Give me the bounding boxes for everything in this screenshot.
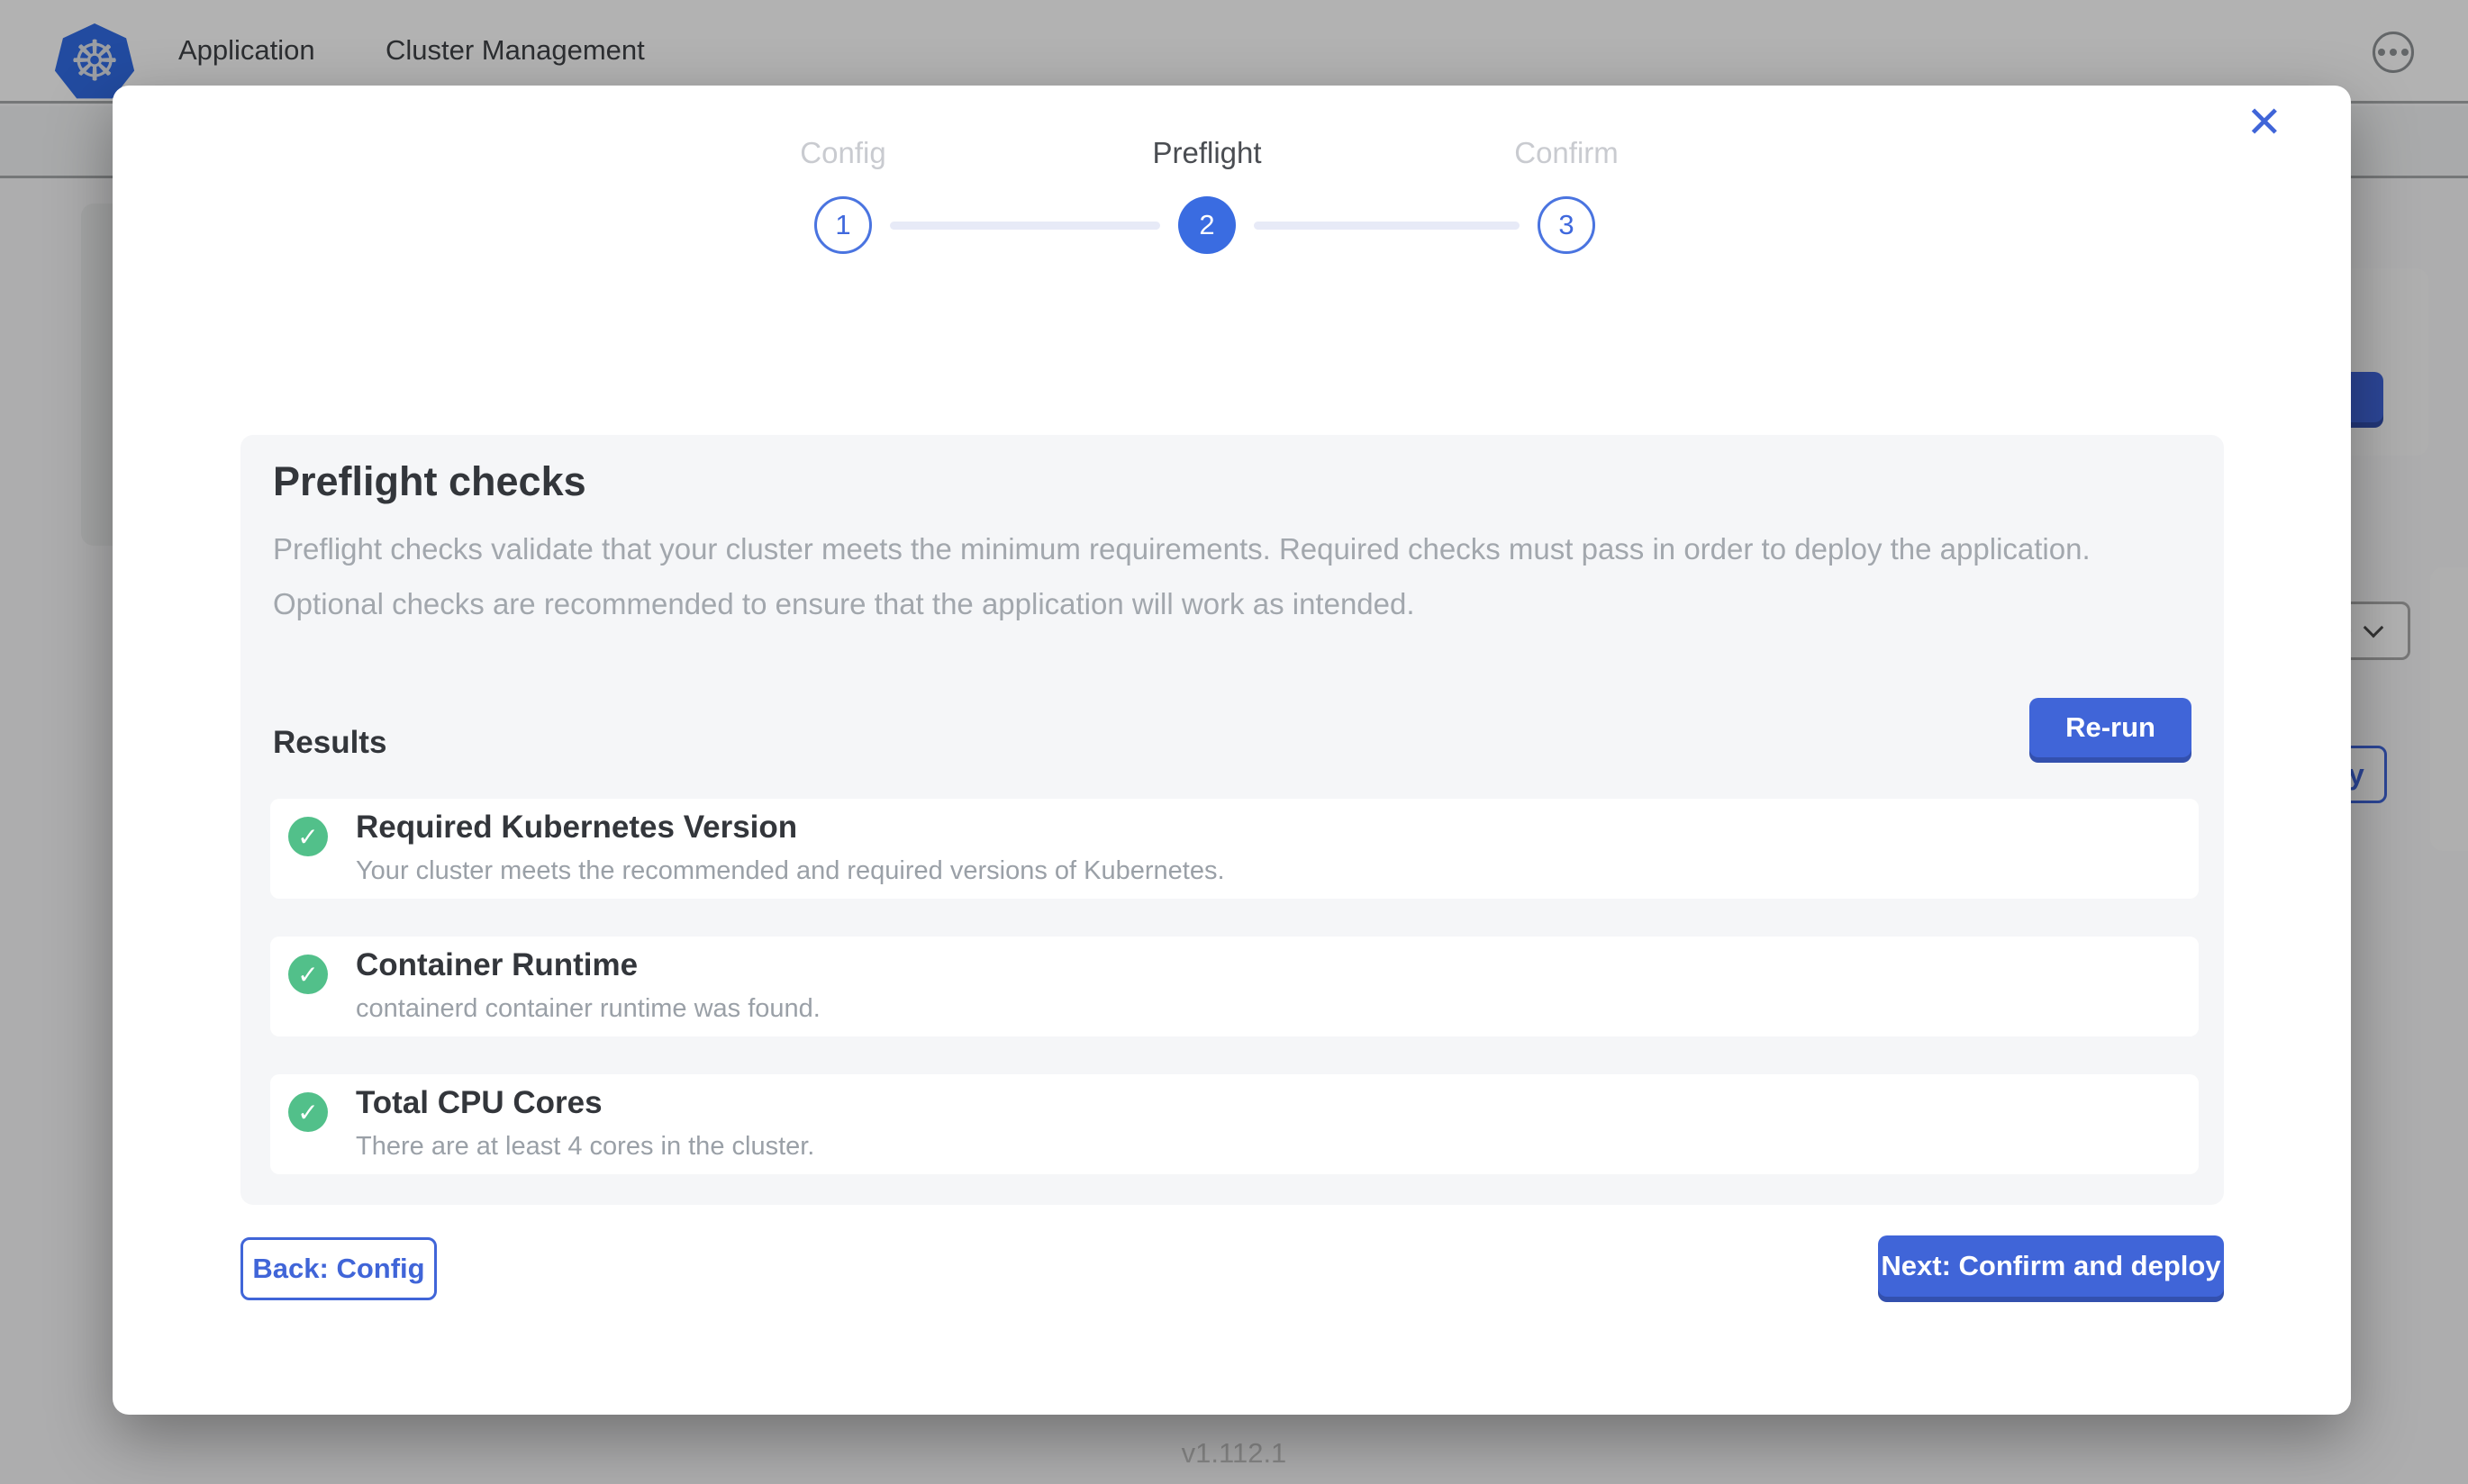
check-title: Total CPU Cores — [356, 1085, 603, 1121]
check-message: There are at least 4 cores in the cluste… — [356, 1132, 814, 1162]
step-circle-preflight[interactable]: 2 — [1178, 196, 1236, 254]
step-circle-config[interactable]: 1 — [814, 196, 872, 254]
check-pass-icon: ✓ — [288, 817, 328, 856]
check-result-card: ✓ Container Runtime containerd container… — [270, 937, 2199, 1036]
step-connector — [890, 222, 1160, 230]
step-connector — [1254, 222, 1520, 230]
step-circle-confirm[interactable]: 3 — [1538, 196, 1595, 254]
step-number: 3 — [1558, 209, 1574, 241]
step-number: 2 — [1199, 209, 1214, 241]
preflight-description: Preflight checks validate that your clus… — [273, 521, 2155, 631]
check-message: containerd container runtime was found. — [356, 994, 821, 1024]
rerun-button[interactable]: Re-run — [2029, 698, 2191, 757]
check-result-card: ✓ Total CPU Cores There are at least 4 c… — [270, 1074, 2199, 1174]
check-title: Container Runtime — [356, 947, 638, 983]
next-confirm-deploy-button[interactable]: Next: Confirm and deploy — [1878, 1235, 2224, 1297]
step-label-preflight: Preflight — [1072, 136, 1342, 170]
step-label-confirm: Confirm — [1431, 136, 1701, 170]
preflight-modal: ✕ Config Preflight Confirm 1 2 3 Preflig… — [113, 86, 2351, 1415]
check-result-card: ✓ Required Kubernetes Version Your clust… — [270, 799, 2199, 899]
check-title: Required Kubernetes Version — [356, 810, 797, 846]
preflight-panel: Preflight checks Preflight checks valida… — [240, 435, 2224, 1205]
check-pass-icon: ✓ — [288, 955, 328, 994]
close-icon[interactable]: ✕ — [2246, 102, 2282, 145]
results-heading: Results — [273, 725, 386, 761]
check-pass-icon: ✓ — [288, 1092, 328, 1132]
back-config-button[interactable]: Back: Config — [240, 1237, 437, 1300]
check-message: Your cluster meets the recommended and r… — [356, 856, 1225, 886]
step-label-config: Config — [708, 136, 978, 170]
step-number: 1 — [835, 209, 850, 241]
page-title: Preflight checks — [273, 458, 586, 505]
screen: ☸ Application Cluster Management 0 y v1.… — [0, 0, 2468, 1484]
